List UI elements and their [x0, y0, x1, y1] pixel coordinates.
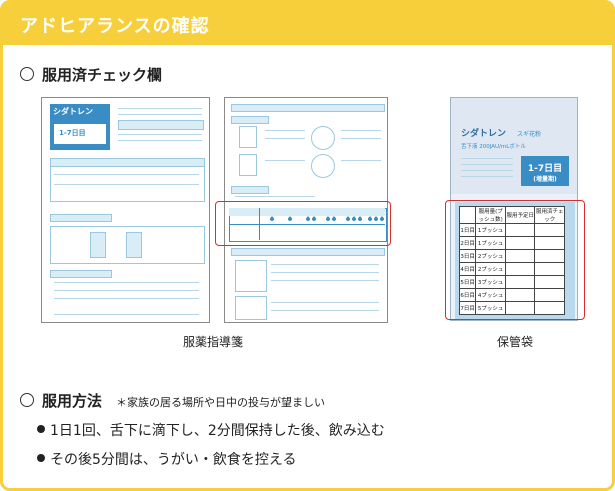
text-line: [54, 298, 199, 299]
guide-sheet-front: シダトレン 1-7日目: [41, 97, 210, 323]
text-line: [271, 264, 379, 265]
bag-period-text: 1-7日目: [527, 164, 563, 174]
info-band: [50, 270, 112, 278]
text-line: [118, 108, 202, 109]
text-line: [461, 164, 513, 165]
circle-bullet-icon: [20, 67, 34, 81]
schedule-header: [50, 158, 205, 167]
info-band: [50, 214, 112, 222]
section-usage-label: 服用方法: [42, 392, 103, 410]
text-line: [461, 176, 513, 177]
text-line: [235, 196, 315, 197]
text-line: [341, 138, 381, 139]
bullet-dot-icon: [37, 425, 45, 433]
text-line: [54, 290, 199, 291]
text-line: [341, 160, 381, 161]
text-line: [118, 140, 202, 141]
guide-caption: 服薬指導箋: [182, 335, 243, 349]
text-line: [461, 170, 513, 171]
bag-period-badge: 1-7日目 (増量期): [521, 156, 569, 186]
bag-caption: 保管袋: [496, 335, 533, 349]
bullet-dot-icon: [37, 454, 45, 462]
page-title: アドヒアランスの確認: [20, 16, 210, 37]
bag-product-name: シダトレン: [461, 129, 507, 139]
section-usage-title: 服用方法 ＊家族の居る場所や日中の投与が望ましい: [20, 390, 325, 411]
bag-dose-line: 舌下液 200JAU/mLボトル: [461, 144, 526, 150]
bottle-figure: [126, 232, 142, 258]
step-figure: [239, 126, 257, 148]
circle-bullet-icon: [20, 393, 34, 407]
text-line: [118, 114, 202, 115]
step-figure: [311, 154, 335, 178]
info-band: [231, 186, 269, 194]
info-band: [231, 104, 385, 112]
text-line: [118, 134, 202, 135]
text-line: [54, 174, 199, 175]
text-line: [271, 272, 379, 273]
text-line: [271, 280, 379, 281]
usage-bullet-text: その後5分間は、うがい・飲食を控える: [50, 452, 297, 468]
bag-period-note: (増量期): [533, 176, 557, 183]
text-line: [54, 282, 199, 283]
warning-figure: [235, 296, 267, 320]
text-line: [265, 130, 305, 131]
text-line: [54, 184, 199, 185]
info-band: [231, 116, 269, 124]
bottle-figure: [90, 232, 106, 258]
text-line: [54, 314, 199, 315]
text-line: [265, 138, 305, 139]
text-line: [271, 302, 379, 303]
info-band: [231, 248, 385, 256]
usage-bullet-2: その後5分間は、うがい・飲食を控える: [37, 449, 297, 469]
bag-table-highlight: [445, 200, 585, 320]
period-text: 1-7日目: [59, 129, 86, 137]
text-line: [271, 310, 379, 311]
section-checklist-label: 服用済チェック欄: [42, 66, 163, 84]
check-area-highlight: [215, 201, 391, 246]
card: アドヒアランスの確認 服用済チェック欄 シダトレン 1-7日目 服薬指導箋 シダ…: [0, 0, 615, 491]
section-checklist-title: 服用済チェック欄: [20, 64, 162, 85]
warning-figure: [235, 260, 267, 292]
header-bar: アドヒアランスの確認: [3, 3, 612, 45]
text-line: [265, 160, 305, 161]
text-line: [461, 158, 513, 159]
usage-bullet-1: 1日1回、舌下に滴下し、2分間保持した後、飲み込む: [37, 420, 385, 440]
step-figure: [239, 154, 257, 176]
info-band: [118, 120, 204, 130]
step-figure: [311, 126, 335, 150]
product-name: シダトレン: [53, 107, 93, 116]
bag-product-sub: スギ花粉: [517, 131, 542, 138]
text-line: [341, 130, 381, 131]
usage-bullet-text: 1日1回、舌下に滴下し、2分間保持した後、飲み込む: [50, 423, 385, 439]
usage-note: ＊家族の居る場所や日中の投与が望ましい: [116, 396, 326, 409]
